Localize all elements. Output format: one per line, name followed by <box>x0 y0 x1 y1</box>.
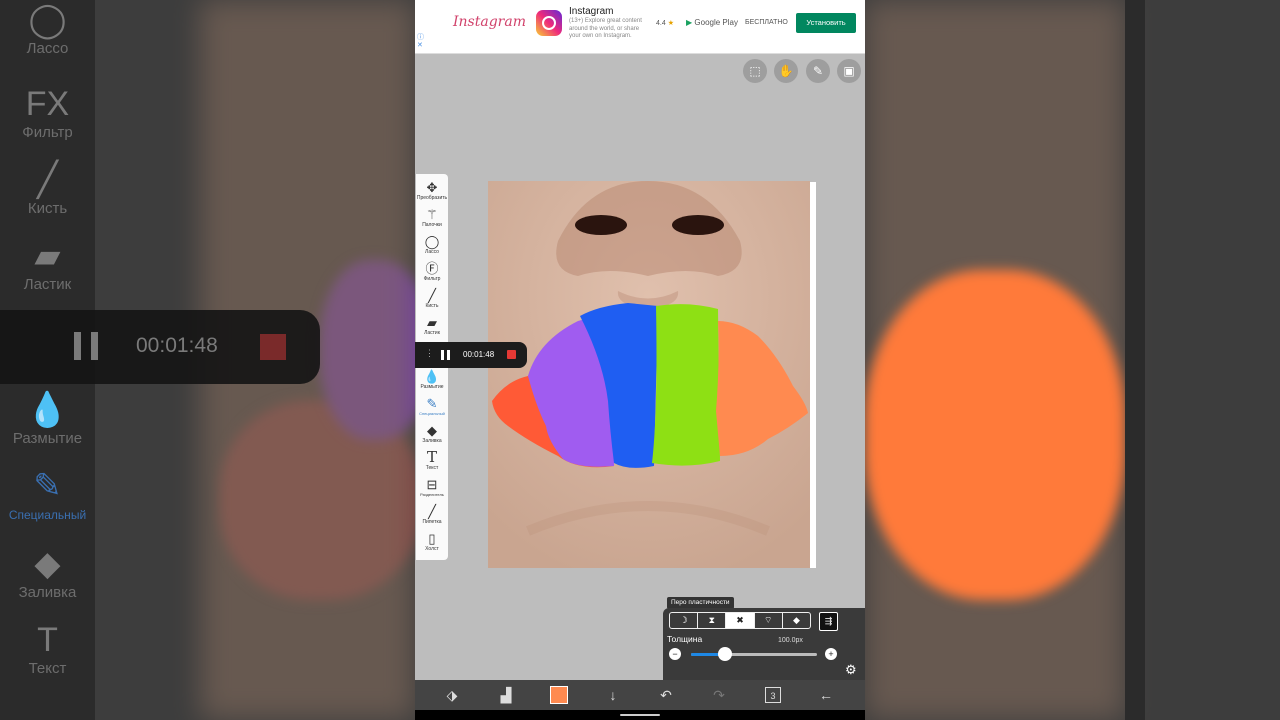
ad-description: (13+) Explore great content around the w… <box>569 18 642 40</box>
gallery-icon[interactable]: ▣ <box>837 59 861 83</box>
fx-icon: Ⓕ <box>425 261 439 276</box>
stop-record-icon[interactable] <box>507 350 516 359</box>
eraser-icon: ▰ <box>427 315 437 330</box>
background-right-blur <box>865 0 1280 720</box>
right-nostril <box>672 215 724 235</box>
thickness-value: 100.0px <box>778 637 803 644</box>
tool-eyedropper[interactable]: ╱ Пипетка <box>416 504 448 525</box>
stripe-green <box>652 304 720 466</box>
tool-transform[interactable]: ✥ Преобразить <box>416 180 448 201</box>
increase-thickness-button[interactable]: + <box>825 648 837 660</box>
tool-special-pen[interactable]: ✎ Специальный <box>416 396 448 417</box>
home-indicator[interactable] <box>620 714 660 716</box>
left-nostril <box>575 215 627 235</box>
tool-blur[interactable]: 💧 Размытие <box>416 369 448 390</box>
brush-icon: ╱ <box>428 288 436 303</box>
frame-divider-icon: ⊟ <box>426 477 438 492</box>
tool-eraser[interactable]: ▰ Ластик <box>416 315 448 336</box>
bg-blur-tool: 💧 Размытие <box>12 391 83 447</box>
screen-recorder-widget: ⋮ 00:01:48 <box>415 342 527 368</box>
background-left-blur: ◯ Лассо FX Фильтр ╱ Кисть ▰ Ластик 💧 Размытие… <box>0 0 415 720</box>
eyedropper-icon: ╱ <box>428 504 436 519</box>
tool-fill[interactable]: ◆ Заливка <box>416 423 448 444</box>
text-icon: T <box>426 448 437 466</box>
tool-lasso[interactable]: ◯ Лассо <box>416 234 448 255</box>
download-arrow-icon[interactable]: ↓ <box>605 687 621 703</box>
stroke-mode-group: ☽ ⧗ ✖ ⌔ ◆ <box>669 612 811 629</box>
bottom-toolbar: ⬗ ▟ ↓ ↶ ↷ 3 ← <box>415 680 865 710</box>
undo-icon[interactable]: ↶ <box>658 687 674 703</box>
stroke-pressure-icon[interactable]: ⌔ <box>755 613 783 628</box>
ad-install-button[interactable]: Установить <box>796 13 856 33</box>
ad-logo: Instagram <box>453 14 526 30</box>
recording-time: 00:01:48 <box>463 350 495 359</box>
hand-icon[interactable]: ✋ <box>774 59 798 83</box>
bg-fill-tool: ◆ Заливка <box>18 545 77 601</box>
current-color-swatch[interactable] <box>550 686 568 704</box>
star-icon: ★ <box>667 20 674 27</box>
drawing-canvas[interactable] <box>488 181 810 568</box>
ad-close-icon[interactable]: ⓘ ✕ <box>417 34 424 50</box>
lasso-icon: ◯ <box>424 234 440 249</box>
bg-special-tool: ✎ Специальный <box>8 467 87 522</box>
canvas-icon: ▯ <box>428 531 436 546</box>
tool-filter[interactable]: Ⓕ Фильтр <box>416 261 448 282</box>
blurred-lips-orange <box>865 270 1125 600</box>
special-pen-icon: ✎ <box>426 396 438 411</box>
layers-icon[interactable]: 3 <box>765 687 781 703</box>
stroke-both-icon[interactable]: ✖ <box>726 613 755 628</box>
ad-app-title: Instagram <box>569 6 614 17</box>
blur-drop-icon: 💧 <box>423 369 441 384</box>
instagram-app-icon <box>536 10 562 36</box>
ad-banner[interactable]: Instagram Instagram (13+) Explore great … <box>415 0 865 54</box>
pause-icon[interactable] <box>441 350 450 360</box>
brush-size-icon[interactable]: ▟ <box>498 687 514 703</box>
magic-wand-icon: ⚚ <box>426 207 438 222</box>
canvas-edge <box>810 182 816 568</box>
pen-mode-toggle-icon[interactable]: ⇶ <box>819 612 838 631</box>
stroke-taper-icon[interactable]: ⧗ <box>698 613 727 628</box>
selection-icon[interactable]: ⬚ <box>743 59 767 83</box>
bg-text-tool: T Текст <box>28 621 67 677</box>
phone-screen: Instagram Instagram (13+) Explore great … <box>415 0 865 720</box>
background-recorder: 00:01:48 <box>0 310 320 384</box>
decrease-thickness-button[interactable]: − <box>669 648 681 660</box>
redo-icon[interactable]: ↷ <box>711 687 727 703</box>
thickness-label: Толщина <box>667 634 703 644</box>
google-play-badge: ▶ Google Play <box>686 18 738 27</box>
move-icon: ✥ <box>426 180 438 195</box>
bg-brush-tool: ╱ Кисть <box>27 161 68 217</box>
back-arrow-icon[interactable]: ← <box>818 687 834 703</box>
drag-handle-icon[interactable]: ⋮ <box>425 348 434 359</box>
pen-icon[interactable]: ✎ <box>806 59 830 83</box>
fill-bucket-icon: ◆ <box>427 423 437 438</box>
gear-icon[interactable]: ⚙ <box>845 662 857 678</box>
tool-text[interactable]: T Текст <box>416 448 448 472</box>
bg-stop-icon <box>260 334 286 360</box>
stroke-eraser-icon[interactable]: ◆ <box>783 613 810 628</box>
ad-rating: 4.4 ★ <box>656 20 674 27</box>
pen-settings-panel: ☽ ⧗ ✖ ⌔ ◆ ⇶ Толщина 100.0px − + ⚙ <box>663 608 865 680</box>
tool-divider[interactable]: ⊟ Разделитель <box>416 477 448 498</box>
thickness-slider[interactable] <box>691 653 817 656</box>
tool-magic-wand[interactable]: ⚚ Палочки <box>416 207 448 228</box>
tool-canvas[interactable]: ▯ Холст <box>416 531 448 552</box>
bg-lasso-tool: ◯ Лассо <box>26 1 69 57</box>
bg-filter-tool: FX Фильтр <box>22 85 73 141</box>
slider-knob[interactable] <box>718 647 733 661</box>
stroke-fade-icon[interactable]: ☽ <box>670 613 699 628</box>
google-play-icon: ▶ <box>686 18 693 27</box>
bg-eraser-tool: ▰ Ластик <box>23 237 72 293</box>
face-artwork <box>488 181 810 568</box>
tool-brush[interactable]: ╱ Кисть <box>416 288 448 309</box>
bg-pause-icon <box>74 332 98 360</box>
brush-swap-icon[interactable]: ⬗ <box>444 687 460 703</box>
ad-price: БЕСПЛАТНО <box>745 19 788 26</box>
